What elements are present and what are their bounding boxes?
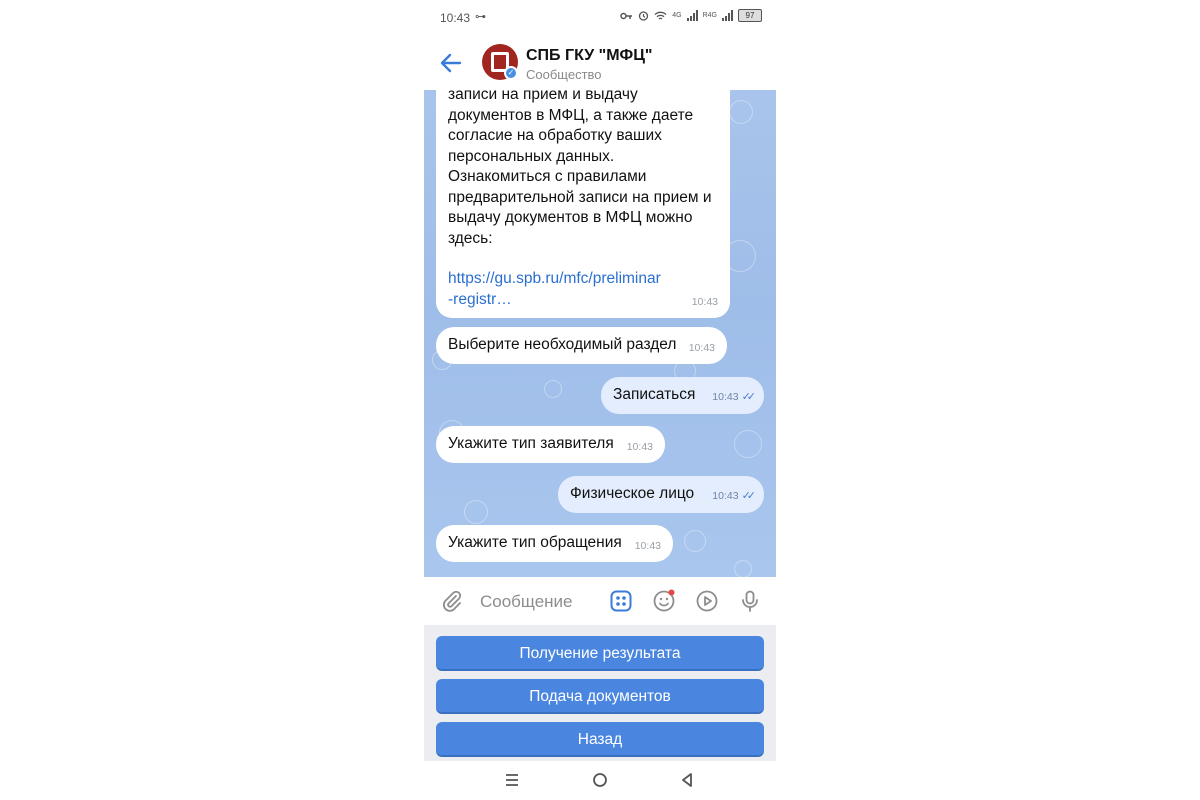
network-label-2: R4G <box>702 12 717 19</box>
chat-header: ✓ СПБ ГКУ "МФЦ" Сообщество <box>424 36 776 90</box>
message-outgoing[interactable]: Записаться 10:43 ✓✓ <box>601 377 764 414</box>
microphone-icon[interactable] <box>738 589 762 613</box>
message-incoming[interactable]: Выберите необходимый раздел 10:43 <box>436 327 727 364</box>
phone-screen: 10:43 ⊶ 4G R4G 97 ✓ СПБ ГКУ "МФЦ" Сообще… <box>424 0 776 800</box>
signal-icon-2 <box>722 10 733 21</box>
key-icon: ⊶ <box>475 11 486 23</box>
message-link[interactable]: -registr… <box>448 290 718 311</box>
message-time: 10:43 <box>634 539 661 552</box>
message-list[interactable]: записи на прием и выдачу документов в МФ… <box>424 90 776 577</box>
signal-icon <box>686 10 698 21</box>
status-time: 10:43 <box>440 11 471 25</box>
keyboard-button-result[interactable]: Получение результата <box>436 636 764 671</box>
menu-lines-icon[interactable] <box>504 772 520 788</box>
wifi-icon <box>654 11 667 20</box>
message-incoming[interactable]: записи на прием и выдачу документов в МФ… <box>436 90 730 318</box>
play-circle-icon[interactable] <box>695 589 719 613</box>
message-incoming[interactable]: Укажите тип заявителя 10:43 <box>436 426 665 463</box>
keyboard-button-submit-docs[interactable]: Подача документов <box>436 679 764 714</box>
message-text-line: персональных данных. <box>448 147 615 165</box>
network-label-1: 4G <box>672 12 682 19</box>
arrow-left-icon[interactable] <box>438 50 464 76</box>
message-text: Выберите необходимый раздел <box>448 336 677 353</box>
message-time: 10:43 <box>712 489 739 502</box>
alarm-icon <box>639 11 649 21</box>
message-composer: Сообщение <box>424 577 776 625</box>
message-time: 10:43 <box>691 295 718 308</box>
message-text-line: записи на прием и выдачу <box>448 90 638 103</box>
paperclip-icon[interactable] <box>440 589 464 613</box>
read-ticks-icon: ✓✓ <box>741 489 757 502</box>
message-time: 10:43 <box>626 440 653 453</box>
chat-title[interactable]: СПБ ГКУ "МФЦ" <box>526 47 652 65</box>
message-input[interactable]: Сообщение <box>480 592 573 612</box>
bot-keyboard: Получение результата Подача документов Н… <box>424 625 776 761</box>
message-text-line: Ознакомиться с правилами <box>448 168 647 185</box>
message-link[interactable]: https://gu.spb.ru/mfc/preliminar <box>448 269 718 290</box>
message-time: 10:43 <box>688 341 715 354</box>
message-text: Укажите тип обращения <box>448 534 622 551</box>
message-text: Физическое лицо <box>570 485 695 502</box>
read-ticks-icon: ✓✓ <box>741 390 757 403</box>
message-text: Укажите тип заявителя <box>448 435 614 452</box>
message-text-line: выдачу документов в МФЦ можно <box>448 209 693 226</box>
system-nav-bar <box>424 761 776 800</box>
triangle-back-icon[interactable] <box>679 772 695 788</box>
verified-badge-icon: ✓ <box>504 66 518 80</box>
status-icons: 4G R4G 97 <box>620 9 762 22</box>
message-time: 10:43 <box>712 390 739 403</box>
status-bar: 10:43 ⊶ 4G R4G 97 <box>424 0 776 36</box>
message-text: Записаться <box>613 386 696 403</box>
message-text-line: предварительной записи на прием и <box>448 188 712 206</box>
smile-icon[interactable] <box>652 589 676 613</box>
vpn-key-icon <box>620 12 633 19</box>
bot-keyboard-icon[interactable] <box>609 589 633 613</box>
message-text-line: согласие на обработку ваших <box>448 127 662 144</box>
chat-subtitle: Сообщество <box>526 67 602 82</box>
keyboard-button-back[interactable]: Назад <box>436 722 764 757</box>
message-incoming[interactable]: Укажите тип обращения 10:43 <box>436 525 673 562</box>
home-circle-icon[interactable] <box>592 772 608 788</box>
battery-icon: 97 <box>738 9 762 22</box>
message-text-line: здесь: <box>448 229 493 247</box>
message-text-line: документов в МФЦ, а также даете <box>448 106 694 124</box>
message-outgoing[interactable]: Физическое лицо 10:43 ✓✓ <box>558 476 764 513</box>
